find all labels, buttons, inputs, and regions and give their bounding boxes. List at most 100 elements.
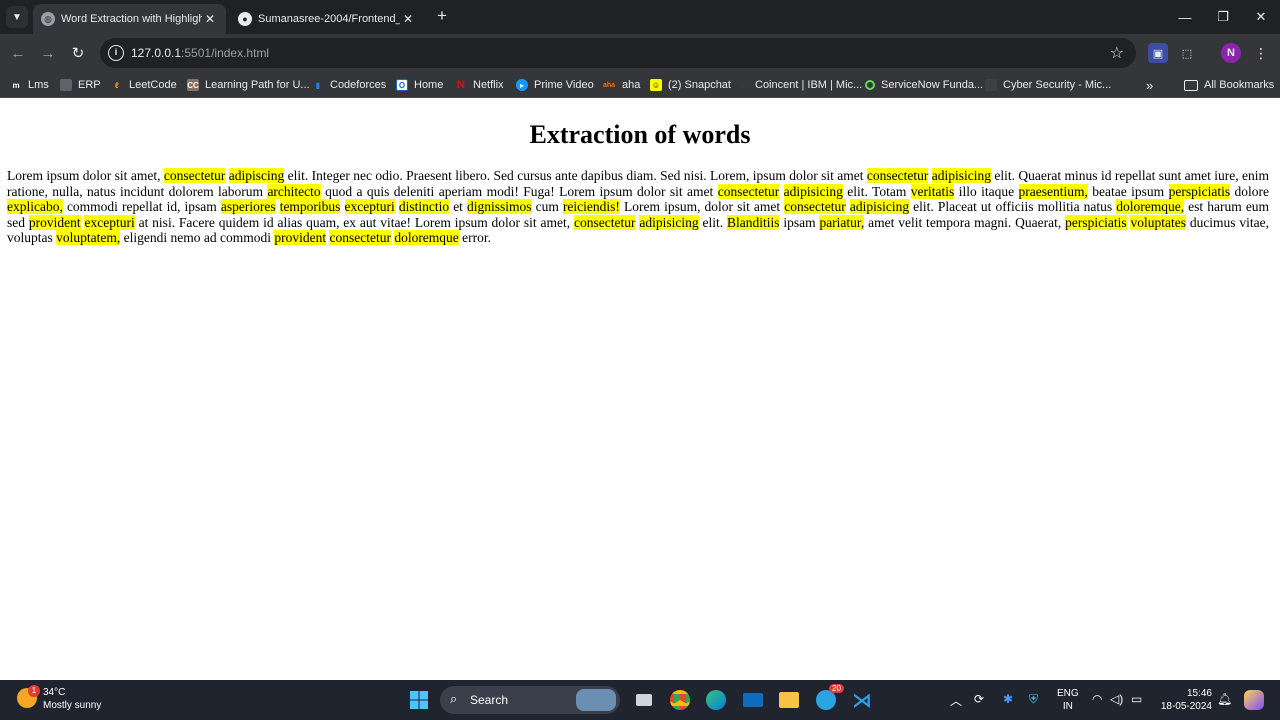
chrome-icon[interactable] (666, 686, 694, 714)
security-shield-icon[interactable]: ⛨ (1029, 692, 1038, 707)
paragraph-text: illo itaque (954, 183, 1019, 199)
highlighted-word: consectetur (574, 214, 636, 230)
extension-icon[interactable]: ▣ (1148, 43, 1168, 63)
bookmark-servicenow[interactable]: ServiceNow Funda... (865, 76, 983, 94)
bookmark-label: Home (414, 79, 444, 91)
volume-icon[interactable]: ◁) (1110, 692, 1123, 706)
telegram-icon[interactable]: 20 (812, 684, 844, 714)
servicenow-icon (865, 80, 875, 90)
sync-icon[interactable]: ⟳ (974, 692, 984, 706)
tab-title: Word Extraction with Highlighti (61, 13, 202, 25)
show-hidden-icons-chevron-icon[interactable]: ︿ (950, 692, 962, 709)
forward-arrow-icon[interactable]: → (36, 41, 60, 65)
search-label: Search (470, 693, 509, 707)
highlighted-word: veritatis (910, 183, 955, 199)
bookmark-label: Codeforces (330, 79, 387, 91)
bookmark-coincent[interactable]: ◌ Coincent | IBM | Mic... (737, 76, 863, 94)
tab-github-repo[interactable]: ● Sumanasree-2004/Frontend_21 ✕ (230, 4, 424, 34)
tab-word-extraction[interactable]: ◍ Word Extraction with Highlighti ✕ (33, 4, 226, 34)
highlighted-word: temporibus (279, 199, 341, 215)
wifi-icon[interactable]: ◠ (1092, 692, 1102, 706)
netflix-icon: N (457, 79, 465, 91)
home-icon: O (396, 79, 408, 91)
bookmark-prime-video[interactable]: ▸ Prime Video (516, 76, 594, 94)
system-clock[interactable]: 15:46 18-05-2024 (1156, 687, 1212, 713)
highlighted-word: praesentium, (1018, 183, 1088, 199)
weather-badge: 1 (28, 685, 40, 697)
bookmark-leetcode[interactable]: ℓ LeetCode (111, 76, 177, 94)
paragraph-text: elit. Integer nec odio. Praesent libero.… (284, 168, 867, 183)
language-indicator[interactable]: ENG IN (1057, 687, 1079, 713)
coincent-icon: ◌ (740, 80, 746, 90)
bluetooth-icon[interactable]: ✱ (1003, 692, 1013, 706)
all-bookmarks-button[interactable]: All Bookmarks (1184, 76, 1274, 94)
highlighted-word: excepturi (344, 199, 395, 215)
highlighted-word: consectetur (717, 183, 780, 199)
windows-taskbar: 1 34°C Mostly sunny ⌕ Search 20 ⋊ ︿ ⟳ ✱ … (0, 680, 1280, 720)
notification-bell-icon[interactable]: 🔔︎ (1217, 692, 1232, 706)
taskbar-search[interactable]: ⌕ Search (440, 686, 620, 714)
edge-icon[interactable] (702, 686, 730, 714)
prime-video-icon: ▸ (516, 79, 528, 91)
bookmark-cyber-security[interactable]: Cyber Security - Mic... (985, 76, 1111, 94)
profile-avatar[interactable]: N (1221, 43, 1241, 63)
web-page: Extraction of words Lorem ipsum dolor si… (0, 98, 1280, 680)
vscode-icon[interactable]: ⋊ (848, 686, 876, 714)
bookmark-label: Cyber Security - Mic... (1003, 79, 1112, 91)
bookmark-netflix[interactable]: N Netflix (455, 76, 504, 94)
mail-icon[interactable] (739, 686, 767, 714)
bookmark-erp[interactable]: ERP (60, 76, 101, 94)
bookmarks-overflow-button[interactable]: » (1146, 76, 1153, 94)
highlighted-word: doloremque, (1116, 199, 1185, 215)
highlighted-word: perspiciatis (1065, 214, 1127, 230)
bookmark-star-icon[interactable]: ☆ (1110, 43, 1124, 63)
lms-icon: m (12, 80, 20, 90)
back-arrow-icon[interactable]: ← (6, 41, 30, 65)
weather-description: Mostly sunny (43, 700, 102, 711)
more-menu-icon[interactable]: ⋮ (1251, 43, 1271, 63)
paragraph-text: commodi repellat id, ipsam (62, 199, 221, 215)
leetcode-icon: ℓ (115, 80, 119, 90)
close-tab-icon[interactable]: ✕ (202, 12, 218, 26)
reload-icon[interactable]: ↻ (66, 41, 90, 65)
bookmark-snapchat[interactable]: ☺ (2) Snapchat (650, 76, 731, 94)
maximize-button[interactable]: ❐ (1204, 0, 1242, 34)
minimize-button[interactable]: — (1166, 0, 1204, 34)
url-host: 127.0.0.1 (131, 46, 182, 60)
task-view-icon[interactable] (630, 686, 658, 714)
bookmark-aha[interactable]: aha aha (602, 76, 640, 94)
url-text[interactable]: 127.0.0.1:5501/index.html (131, 46, 269, 60)
close-tab-icon[interactable]: ✕ (400, 12, 416, 26)
bookmark-codeforces[interactable]: ▮ Codeforces (312, 76, 386, 94)
windows-start-icon[interactable] (405, 686, 433, 714)
paragraph-text: elit. Totam (842, 183, 911, 199)
bookmark-label: ERP (78, 79, 101, 91)
highlighted-word: architecto (267, 183, 321, 199)
highlighted-word: adipisicing (849, 199, 910, 215)
paragraph-text: dolore (1230, 183, 1269, 199)
highlighted-word: pariatur, (819, 214, 865, 230)
paragraph-text: beatae ipsum (1087, 183, 1169, 199)
bookmark-lms[interactable]: m Lms (10, 76, 49, 94)
highlighted-word: voluptatem, (56, 230, 121, 246)
new-tab-button[interactable]: + (432, 6, 452, 26)
bookmark-label: Lms (28, 79, 49, 91)
clock-time: 15:46 (1186, 688, 1212, 699)
site-info-icon[interactable]: i (108, 45, 124, 61)
bookmark-learning-path[interactable]: CC Learning Path for U... (187, 76, 310, 94)
extensions-puzzle-icon[interactable]: ⬚ (1177, 43, 1197, 63)
highlighted-word: adipisicing (931, 168, 992, 183)
copilot-icon[interactable] (1240, 686, 1268, 714)
file-explorer-icon[interactable] (775, 686, 803, 714)
bookmark-home[interactable]: O Home (396, 76, 443, 94)
tab-search-dropdown-icon[interactable]: ▼ (6, 6, 28, 28)
search-icon: ⌕ (450, 691, 458, 706)
codeforces-icon: ▮ (315, 80, 321, 90)
bookmark-label: Coincent | IBM | Mic... (755, 79, 863, 91)
bookmark-label: aha (622, 79, 641, 91)
highlighted-word: voluptates (1130, 214, 1186, 230)
battery-icon[interactable]: ▭ (1131, 692, 1142, 706)
close-window-button[interactable]: ✕ (1242, 0, 1280, 34)
address-bar[interactable]: i 127.0.0.1:5501/index.html ☆ (100, 38, 1136, 68)
highlighted-word: consectetur (784, 199, 846, 215)
